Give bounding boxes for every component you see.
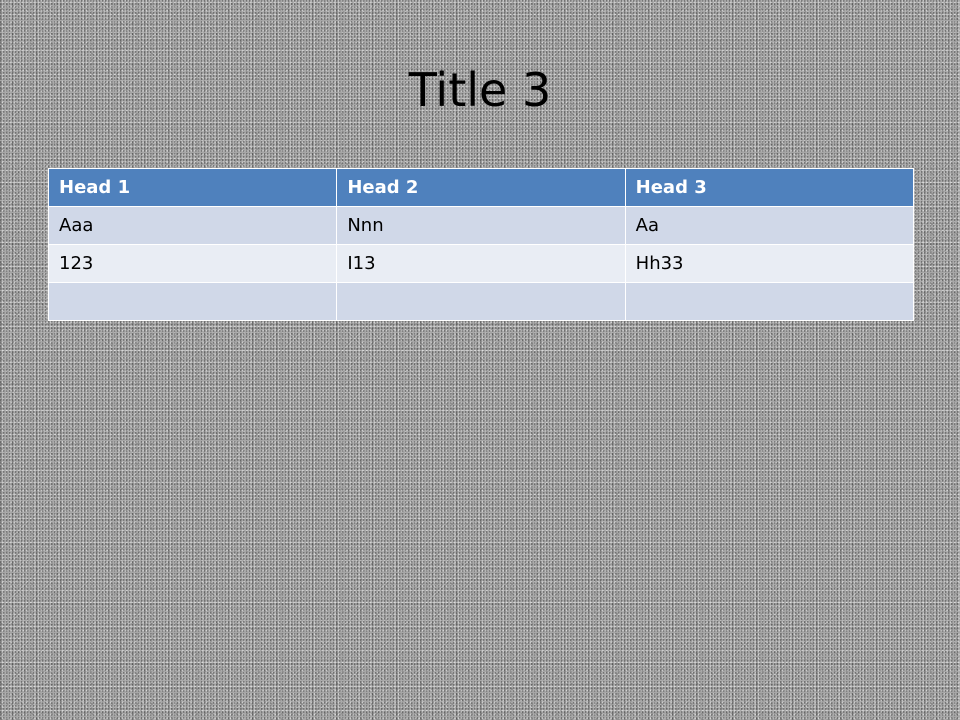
table-cell: Aa (624, 206, 915, 245)
slide-title: Title 3 (408, 63, 552, 117)
table-cell (336, 282, 626, 321)
table-cell (624, 282, 915, 321)
slide: Title 3 Head 1 Head 2 Head 3 Aaa Nnn Aa … (0, 0, 960, 720)
column-header: Head 1 (47, 168, 338, 207)
table-header-row: Head 1 Head 2 Head 3 (47, 168, 915, 207)
column-header: Head 3 (624, 168, 915, 207)
table-row: 123 I13 Hh33 (47, 244, 915, 283)
column-header: Head 2 (336, 168, 626, 207)
table-cell: Hh33 (624, 244, 915, 283)
table-row (47, 282, 915, 321)
table-cell (47, 282, 338, 321)
table-row: Aaa Nnn Aa (47, 206, 915, 245)
table-cell: 123 (47, 244, 338, 283)
table-cell: Aaa (47, 206, 338, 245)
table-cell: Nnn (336, 206, 626, 245)
table-cell: I13 (336, 244, 626, 283)
data-table: Head 1 Head 2 Head 3 Aaa Nnn Aa 123 I13 … (47, 168, 915, 321)
